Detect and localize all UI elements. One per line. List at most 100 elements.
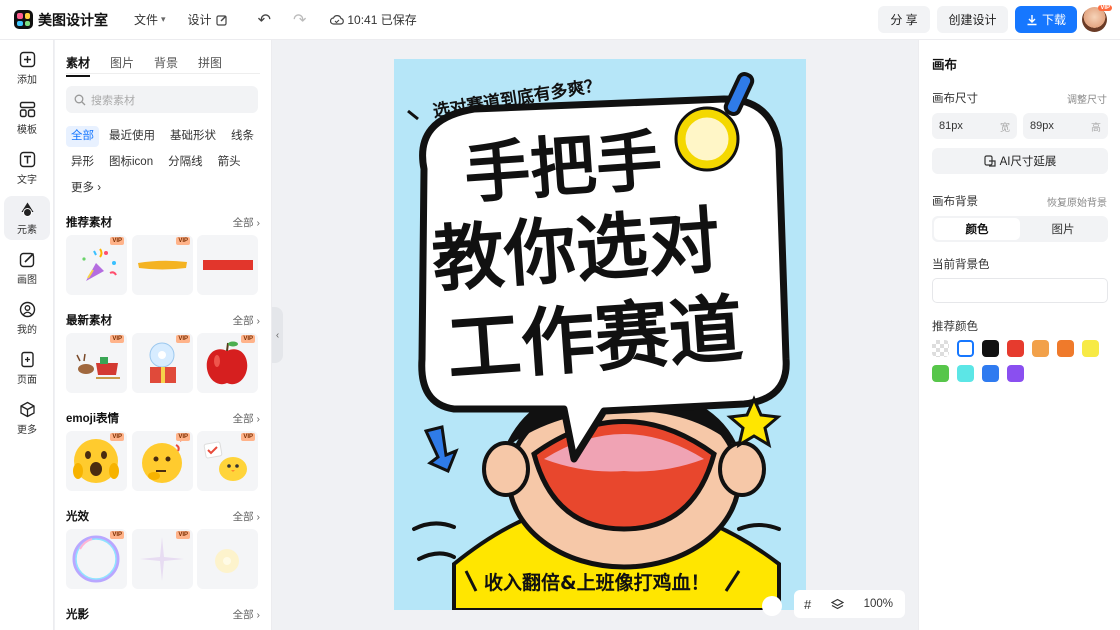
file-menu-label: 文件 xyxy=(134,13,159,27)
color-swatch[interactable] xyxy=(932,340,949,357)
rail-item-draw[interactable]: 画图 xyxy=(4,246,50,290)
asset-tile-thinking-emoji[interactable]: VIP xyxy=(132,431,193,491)
asset-tile-apple[interactable]: VIP xyxy=(197,333,258,393)
shapes-icon xyxy=(21,202,33,217)
download-button[interactable]: 下载 xyxy=(1015,6,1077,33)
rail-item-elements[interactable]: 元素 xyxy=(4,196,50,240)
asset-tile-chick-emoji[interactable]: VIP xyxy=(197,431,258,491)
search-placeholder: 搜索素材 xyxy=(91,94,135,107)
logo-icon xyxy=(14,10,33,29)
vip-badge: VIP xyxy=(176,237,190,245)
rail-item-page[interactable]: 页面 xyxy=(4,346,50,390)
ai-extend-button[interactable]: AI尺寸延展 xyxy=(932,148,1108,174)
download-label: 下载 xyxy=(1041,13,1066,27)
vip-badge: VIP xyxy=(110,531,124,539)
rail-label: 元素 xyxy=(17,224,37,236)
all-label: 全部 xyxy=(232,609,254,621)
restore-background-link[interactable]: 恢复原始背景 xyxy=(1047,194,1107,209)
design-menu[interactable]: 设计 xyxy=(188,11,228,28)
rail-item-more[interactable]: 更多 xyxy=(4,396,50,440)
color-swatch[interactable] xyxy=(982,365,999,382)
zoom-level[interactable]: 100% xyxy=(864,598,893,610)
all-label: 全部 xyxy=(232,217,254,229)
color-swatch[interactable] xyxy=(1057,340,1074,357)
edit-icon xyxy=(215,14,227,26)
color-swatch[interactable] xyxy=(1007,365,1024,382)
color-swatch[interactable] xyxy=(957,340,974,357)
asset-tile-bubble-ring[interactable]: VIP xyxy=(66,529,127,589)
collapse-panel-button[interactable]: ‹ xyxy=(272,307,283,363)
chip-arrows[interactable]: 箭头 xyxy=(213,152,246,173)
chip-recent[interactable]: 最近使用 xyxy=(104,126,160,147)
section-all-link[interactable]: 全部 › xyxy=(233,313,260,328)
chip-all[interactable]: 全部 xyxy=(66,126,99,147)
color-swatch[interactable] xyxy=(1007,340,1024,357)
section-all-link[interactable]: 全部 › xyxy=(233,215,260,230)
panel-title: 画布 xyxy=(932,58,958,72)
vip-badge: VIP xyxy=(176,531,190,539)
save-status: 10:41 已保存 xyxy=(330,11,417,28)
chip-basic-shapes[interactable]: 基础形状 xyxy=(165,126,221,147)
height-field[interactable]: 89px 高 xyxy=(1023,113,1108,139)
file-menu[interactable]: 文件 ▾ xyxy=(134,11,166,28)
cloud-icon xyxy=(330,15,345,25)
asset-tile-brush-stroke[interactable]: VIP xyxy=(132,235,193,295)
recommended-colors-label: 推荐颜色 xyxy=(932,321,978,333)
layers-icon[interactable] xyxy=(830,598,844,611)
resize-link[interactable]: 调整尺寸 xyxy=(1067,91,1107,106)
color-swatch[interactable] xyxy=(1032,340,1049,357)
avatar[interactable]: VIP xyxy=(1082,5,1112,32)
search-input[interactable]: 搜索素材 xyxy=(66,86,258,113)
rail-item-add[interactable]: 添加 xyxy=(4,46,50,90)
undo-icon[interactable]: ↶ xyxy=(258,10,271,30)
asset-tile-red-bar[interactable] xyxy=(197,235,258,295)
save-status-text: 10:41 已保存 xyxy=(347,13,417,27)
chip-more[interactable]: 更多 › xyxy=(66,178,106,199)
grid-icon[interactable]: # xyxy=(804,597,811,612)
width-field[interactable]: 81px 宽 xyxy=(932,113,1017,139)
background-type-toggle: 颜色 图片 xyxy=(932,216,1108,242)
create-design-button[interactable]: 创建设计 xyxy=(937,6,1008,33)
section-all-link[interactable]: 全部 › xyxy=(233,607,260,622)
asset-tile-star-sparkle[interactable]: VIP xyxy=(132,529,193,589)
color-swatch[interactable] xyxy=(982,340,999,357)
section-all-link[interactable]: 全部 › xyxy=(233,509,260,524)
asset-tile-party-popper[interactable]: VIP xyxy=(66,235,127,295)
color-swatch[interactable] xyxy=(1082,340,1099,357)
rail-label: 文字 xyxy=(17,174,37,186)
asset-tile-reindeer-sleigh[interactable]: VIP xyxy=(66,333,127,393)
rail-item-template[interactable]: 模板 xyxy=(4,96,50,140)
chip-icons[interactable]: 图标icon xyxy=(104,152,158,173)
asset-tile-glow-dot[interactable] xyxy=(197,529,258,589)
tab-divider xyxy=(66,73,260,74)
share-button[interactable]: 分 享 xyxy=(878,6,930,33)
section-all-link[interactable]: 全部 › xyxy=(233,411,260,426)
tab-color[interactable]: 颜色 xyxy=(934,218,1020,240)
chip-lines[interactable]: 线条 xyxy=(226,126,259,147)
asset-tile-shocked-emoji[interactable]: VIP xyxy=(66,431,127,491)
magnifier-ring xyxy=(676,108,738,170)
poster-illustration: 选对赛道到底有多爽？ 手把手 教你选对 工作赛道 收入翻倍&上班像打鸡血！ xyxy=(407,71,790,610)
color-swatch[interactable] xyxy=(957,365,974,382)
section-title: 推荐素材 xyxy=(66,217,112,229)
poster-canvas[interactable]: 选对赛道到底有多爽？ 手把手 教你选对 工作赛道 收入翻倍&上班像打鸡血！ xyxy=(394,59,806,610)
draw-icon xyxy=(19,252,34,267)
help-circle-button[interactable] xyxy=(762,596,782,616)
search-icon xyxy=(74,94,86,105)
rail-item-mine[interactable]: 我的 xyxy=(4,296,50,340)
rail-item-text[interactable]: 文字 xyxy=(4,146,50,190)
arrow-sticker xyxy=(423,425,459,474)
chip-irregular[interactable]: 异形 xyxy=(66,152,99,173)
app-logo[interactable]: 美图设计室 xyxy=(14,10,108,30)
page-icon xyxy=(20,351,34,367)
current-color-swatch[interactable] xyxy=(932,278,1108,303)
tab-image[interactable]: 图片 xyxy=(1020,218,1106,240)
asset-tile-snow-globe[interactable]: VIP xyxy=(132,333,193,393)
color-swatch[interactable] xyxy=(932,365,949,382)
all-label: 全部 xyxy=(232,315,254,327)
redo-icon[interactable]: ↷ xyxy=(293,10,306,30)
section-title: 最新素材 xyxy=(66,315,112,327)
chip-dividers[interactable]: 分隔线 xyxy=(163,152,208,173)
vip-badge: VIP xyxy=(110,433,124,441)
chip-more-label: 更多 xyxy=(71,182,94,194)
